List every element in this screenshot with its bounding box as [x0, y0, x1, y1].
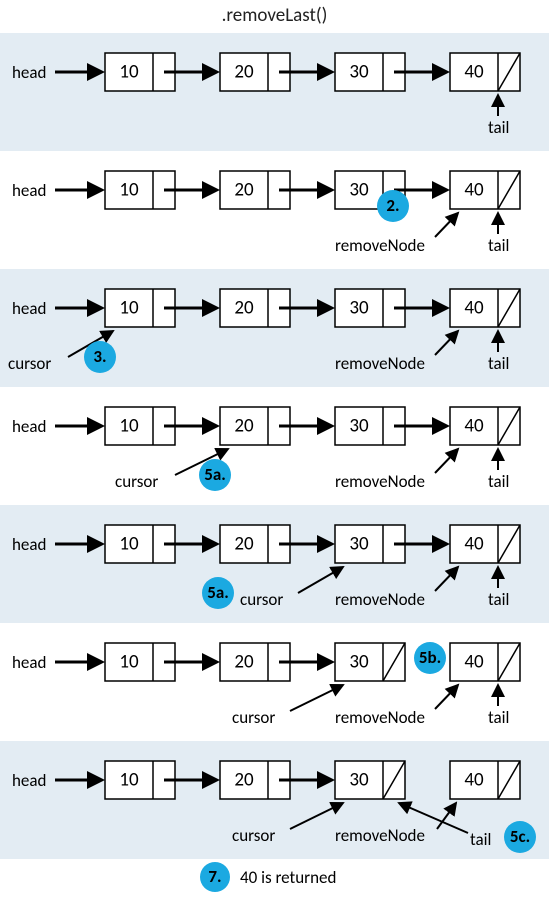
head-label: head [12, 180, 46, 201]
footer-text: 40 is returned [240, 867, 336, 888]
node-value: 10 [119, 415, 139, 438]
node-value: 10 [119, 533, 139, 556]
tail-label: tail [470, 829, 491, 850]
node-value: 40 [464, 179, 484, 202]
removenode-arrow [435, 685, 458, 709]
head-label: head [12, 652, 46, 673]
cursor-label: cursor [8, 353, 51, 374]
removenode-arrow [435, 331, 458, 355]
tail-label: tail [488, 117, 509, 138]
node-value: 30 [349, 179, 369, 202]
node-value: 40 [464, 769, 484, 792]
node-value: 20 [234, 769, 254, 792]
badge-text: 2. [386, 195, 399, 216]
node-value: 30 [349, 61, 369, 84]
tail-label: tail [488, 589, 509, 610]
badge-text: 5b. [419, 647, 441, 668]
badge-text: 3. [93, 346, 106, 367]
node-value: 30 [349, 297, 369, 320]
node-value: 20 [234, 533, 254, 556]
node-value: 20 [234, 61, 254, 84]
node-value: 40 [464, 415, 484, 438]
node-value: 20 [234, 179, 254, 202]
removenode-arrow [435, 449, 458, 473]
tail-label: tail [488, 471, 509, 492]
node-value: 30 [349, 651, 369, 674]
node-value: 10 [119, 179, 139, 202]
node-value: 10 [119, 297, 139, 320]
head-label: head [12, 770, 46, 791]
footer: 7. 40 is returned [0, 859, 549, 919]
removenode-label: removeNode [335, 707, 425, 728]
head-label: head [12, 298, 46, 319]
node-value: 40 [464, 533, 484, 556]
cursor-label: cursor [232, 825, 275, 846]
tail-label: tail [488, 707, 509, 728]
removenode-label: removeNode [335, 825, 425, 846]
cursor-label: cursor [232, 707, 275, 728]
removenode-label: removeNode [335, 471, 425, 492]
badge-text: 5c. [510, 826, 530, 847]
node-value: 40 [464, 651, 484, 674]
head-label: head [12, 62, 46, 83]
node-value: 10 [119, 61, 139, 84]
removenode-arrow [435, 213, 458, 237]
node-value: 20 [234, 651, 254, 674]
badge-text: 7. [208, 866, 221, 887]
node-value: 20 [234, 415, 254, 438]
tail-label: tail [488, 235, 509, 256]
node-value: 10 [119, 651, 139, 674]
node-value: 30 [349, 769, 369, 792]
cursor-label: cursor [240, 589, 283, 610]
removenode-label: removeNode [335, 589, 425, 610]
title: .removeLast() [0, 0, 549, 33]
cursor-label: cursor [115, 471, 158, 492]
node-value: 40 [464, 61, 484, 84]
head-label: head [12, 416, 46, 437]
node-value: 10 [119, 769, 139, 792]
badge-text: 5a. [204, 464, 226, 485]
node-value: 30 [349, 415, 369, 438]
badge-text: 5a. [207, 582, 229, 603]
removenode-label: removeNode [335, 353, 425, 374]
removenode-label: removeNode [335, 235, 425, 256]
removenode-arrow [435, 567, 458, 591]
removenode-arrow [437, 803, 456, 829]
node-value: 20 [234, 297, 254, 320]
node-value: 30 [349, 533, 369, 556]
diagram-rows: 10 20 30 40 head tail 10 20 30 40 head tail removeNo… [0, 33, 549, 859]
node-value: 40 [464, 297, 484, 320]
tail-label: tail [488, 353, 509, 374]
head-label: head [12, 534, 46, 555]
